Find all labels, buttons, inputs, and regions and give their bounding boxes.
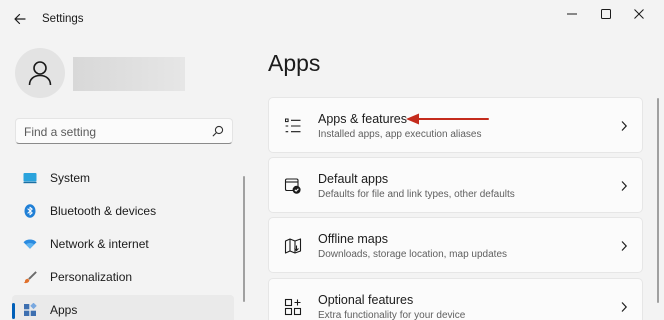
window-title: Settings — [42, 13, 84, 25]
search-input[interactable]: Find a setting — [15, 118, 233, 144]
sidebar-item-apps[interactable]: Apps — [12, 295, 234, 320]
sidebar-scrollbar[interactable] — [243, 176, 245, 302]
sidebar-item-label: Personalization — [50, 270, 133, 284]
card-title: Offline maps — [318, 232, 388, 246]
card-optional-features[interactable]: Optional features Extra functionality fo… — [268, 278, 643, 320]
chevron-right-icon — [621, 121, 628, 131]
card-title: Apps & features — [318, 112, 407, 126]
card-description: Extra functionality for your device — [318, 310, 466, 320]
profile-name-redacted — [73, 57, 185, 91]
sidebar-item-personalization[interactable]: Personalization — [12, 262, 234, 292]
chevron-right-icon — [621, 181, 628, 191]
page-title: Apps — [268, 50, 321, 76]
wifi-icon — [23, 239, 37, 249]
back-button[interactable] — [10, 9, 30, 29]
sidebar-item-label: Bluetooth & devices — [50, 204, 157, 218]
map-icon — [284, 238, 302, 254]
sidebar-item-bluetooth[interactable]: Bluetooth & devices — [12, 196, 234, 226]
card-description: Installed apps, app execution aliases — [318, 129, 482, 140]
main-scrollbar[interactable] — [657, 98, 659, 303]
sidebar-item-label: Network & internet — [50, 237, 149, 251]
card-description: Defaults for file and link types, other … — [318, 189, 515, 200]
close-icon — [634, 9, 644, 19]
maximize-icon — [601, 9, 611, 19]
title-bar: Settings — [0, 0, 664, 38]
brush-icon — [23, 271, 37, 284]
maximize-button[interactable] — [591, 3, 621, 25]
card-offline-maps[interactable]: Offline maps Downloads, storage location… — [268, 217, 643, 273]
settings-window: Settings Find a setting System Bluetooth… — [0, 0, 664, 320]
card-description: Downloads, storage location, map updates — [318, 249, 508, 260]
sidebar-item-label: Apps — [50, 303, 78, 317]
system-icon — [23, 173, 37, 184]
sidebar-item-label: System — [50, 171, 91, 185]
default-apps-icon — [284, 178, 301, 194]
back-arrow-icon — [14, 13, 26, 25]
chevron-right-icon — [621, 241, 628, 251]
apps-list-icon — [285, 118, 301, 133]
search-placeholder: Find a setting — [24, 125, 97, 139]
annotation-arrow-icon — [406, 113, 489, 125]
search-icon — [212, 125, 224, 137]
minimize-icon — [567, 13, 577, 15]
sidebar-item-system[interactable]: System — [12, 163, 234, 193]
chevron-right-icon — [621, 302, 628, 312]
close-button[interactable] — [624, 3, 654, 25]
active-indicator — [12, 303, 15, 319]
card-title: Default apps — [318, 172, 389, 186]
bluetooth-icon — [24, 204, 36, 218]
user-icon — [28, 61, 52, 86]
sidebar-item-network[interactable]: Network & internet — [12, 229, 234, 259]
avatar[interactable] — [15, 48, 65, 98]
card-title: Optional features — [318, 293, 414, 307]
card-default-apps[interactable]: Default apps Defaults for file and link … — [268, 157, 643, 213]
optional-features-icon — [284, 298, 302, 316]
minimize-button[interactable] — [557, 3, 587, 25]
apps-icon — [24, 303, 37, 316]
